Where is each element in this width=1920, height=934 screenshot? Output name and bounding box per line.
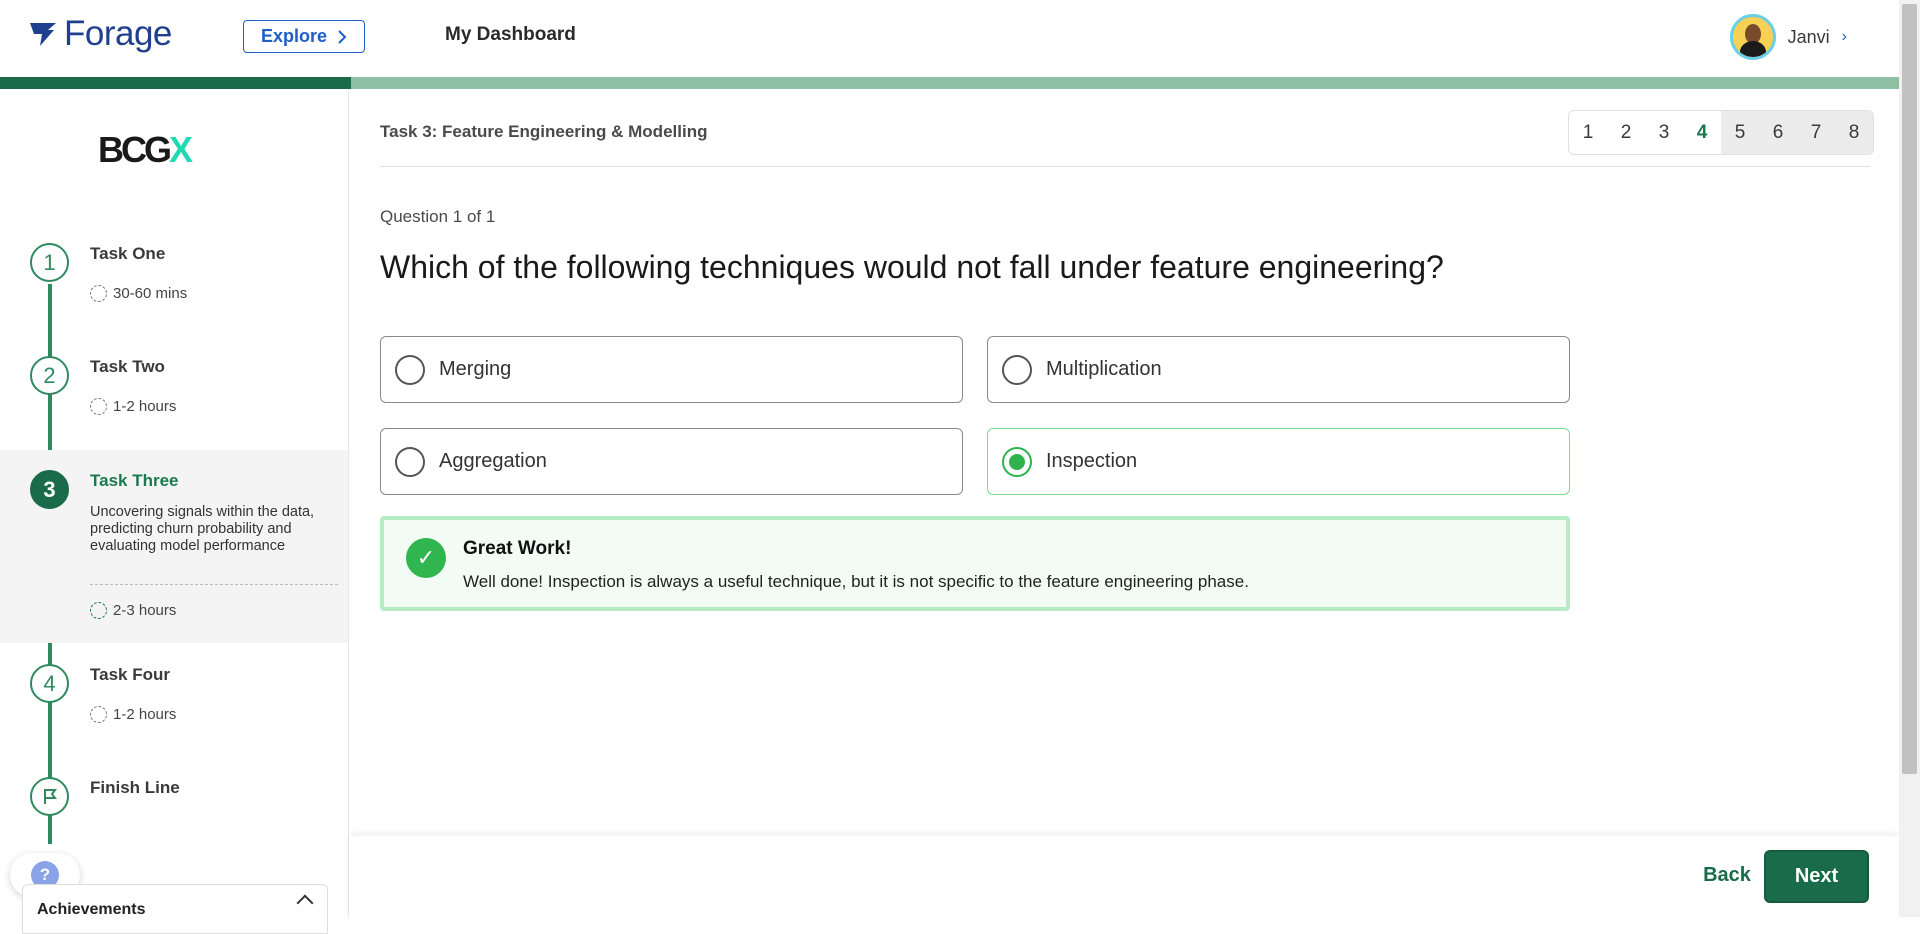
- chevron-up-icon: [296, 894, 314, 912]
- task-duration: 2-3 hours: [90, 602, 176, 619]
- sidebar-task-three[interactable]: 3 Task Three Uncovering signals within t…: [0, 450, 348, 643]
- feedback-body: Well done! Inspection is always a useful…: [463, 572, 1249, 591]
- brand-text: BCG: [98, 129, 172, 170]
- task-number-badge: 1: [30, 243, 69, 282]
- option-label: Inspection: [1046, 450, 1138, 472]
- task-duration-text: 1-2 hours: [113, 398, 177, 415]
- progress-fill: [0, 77, 352, 89]
- top-header: Forage Explore My Dashboard Janvi ›: [0, 0, 1899, 77]
- question-counter: Question 1 of 1: [380, 207, 496, 226]
- task-duration: 1-2 hours: [90, 398, 176, 415]
- task-duration: 1-2 hours: [90, 706, 176, 723]
- navigation-footer: Back Next: [349, 836, 1899, 917]
- bcg-x-logo: BCGX: [98, 129, 193, 171]
- achievements-label: Achievements: [37, 901, 146, 918]
- task-title: Task Two: [90, 357, 165, 376]
- task-duration-text: 30-60 mins: [113, 285, 188, 302]
- sidebar-finish-line[interactable]: Finish Line: [0, 775, 348, 835]
- flag-icon: [30, 777, 69, 816]
- back-button[interactable]: Back: [1687, 853, 1767, 897]
- option-label: Merging: [439, 358, 512, 380]
- timer-icon: [90, 706, 107, 723]
- task-title: Task Three: [90, 471, 179, 490]
- task-duration: 30-60 mins: [90, 285, 187, 302]
- task-title: Task Four: [90, 665, 170, 684]
- next-button[interactable]: Next: [1764, 850, 1869, 903]
- scrollbar-thumb[interactable]: [1902, 4, 1917, 774]
- pager-step-4[interactable]: 4: [1683, 111, 1721, 154]
- answer-option-inspection[interactable]: Inspection: [987, 428, 1570, 495]
- task-sidebar: BCGX 1 Task One 30-60 mins 2 Task Two 1-…: [0, 89, 349, 917]
- user-menu[interactable]: Janvi ›: [1729, 14, 1847, 60]
- option-label: Multiplication: [1046, 358, 1162, 380]
- my-dashboard-link[interactable]: My Dashboard: [445, 24, 576, 46]
- question-text: Which of the following techniques would …: [380, 249, 1444, 285]
- forage-logo-icon: [30, 23, 56, 46]
- step-pager: 1 2 3 4 5 6 7 8: [1568, 110, 1874, 155]
- task-number-badge: 2: [30, 356, 69, 395]
- logo-text: Forage: [64, 14, 172, 53]
- option-label: Aggregation: [439, 450, 547, 472]
- divider: [380, 166, 1870, 167]
- explore-label: Explore: [260, 26, 328, 46]
- sidebar-task-two[interactable]: 2 Task Two 1-2 hours: [0, 354, 348, 454]
- radio-button[interactable]: [395, 354, 425, 385]
- divider: [90, 584, 338, 585]
- task-number-badge: 4: [30, 664, 69, 703]
- task-title: Task One: [90, 244, 166, 263]
- pager-step-5[interactable]: 5: [1721, 111, 1759, 154]
- sidebar-task-four[interactable]: 4 Task Four 1-2 hours: [0, 662, 348, 762]
- task-number-badge: 3: [30, 470, 69, 509]
- achievements-panel[interactable]: Achievements: [22, 884, 328, 934]
- timer-icon: [90, 398, 107, 415]
- pager-step-2[interactable]: 2: [1607, 111, 1645, 154]
- chevron-right-icon: [338, 29, 347, 44]
- avatar: [1729, 14, 1776, 60]
- feedback-title: Great Work!: [463, 538, 572, 559]
- forage-logo[interactable]: Forage: [28, 14, 172, 54]
- pager-step-8[interactable]: 8: [1835, 111, 1873, 154]
- task-duration-text: 2-3 hours: [113, 602, 177, 619]
- radio-button[interactable]: [1002, 354, 1032, 385]
- simulation-progress-bar: [0, 77, 1899, 89]
- feedback-banner: ✓ Great Work! Well done! Inspection is a…: [380, 516, 1570, 611]
- radio-button-selected[interactable]: [1002, 446, 1032, 477]
- task-header-title: Task 3: Feature Engineering & Modelling: [380, 122, 708, 141]
- brand-x: X: [169, 129, 194, 170]
- user-name: Janvi: [1787, 26, 1830, 47]
- explore-button[interactable]: Explore: [243, 20, 365, 53]
- pager-step-7[interactable]: 7: [1797, 111, 1835, 154]
- timer-icon: [90, 285, 107, 302]
- pager-step-3[interactable]: 3: [1645, 111, 1683, 154]
- page-scrollbar[interactable]: [1899, 0, 1920, 917]
- task-duration-text: 1-2 hours: [113, 706, 177, 723]
- task-description: Uncovering signals within the data, pred…: [90, 504, 315, 554]
- radio-button[interactable]: [395, 446, 425, 477]
- task-title: Finish Line: [90, 778, 180, 797]
- pager-step-1[interactable]: 1: [1569, 111, 1607, 154]
- answer-option-aggregation[interactable]: Aggregation: [380, 428, 963, 495]
- timer-icon: [90, 602, 107, 619]
- answer-option-merging[interactable]: Merging: [380, 336, 963, 403]
- sidebar-task-one[interactable]: 1 Task One 30-60 mins: [0, 241, 348, 341]
- check-circle-icon: ✓: [406, 538, 446, 578]
- pager-step-6[interactable]: 6: [1759, 111, 1797, 154]
- chevron-right-icon: ›: [1841, 28, 1847, 45]
- answer-option-multiplication[interactable]: Multiplication: [987, 336, 1570, 403]
